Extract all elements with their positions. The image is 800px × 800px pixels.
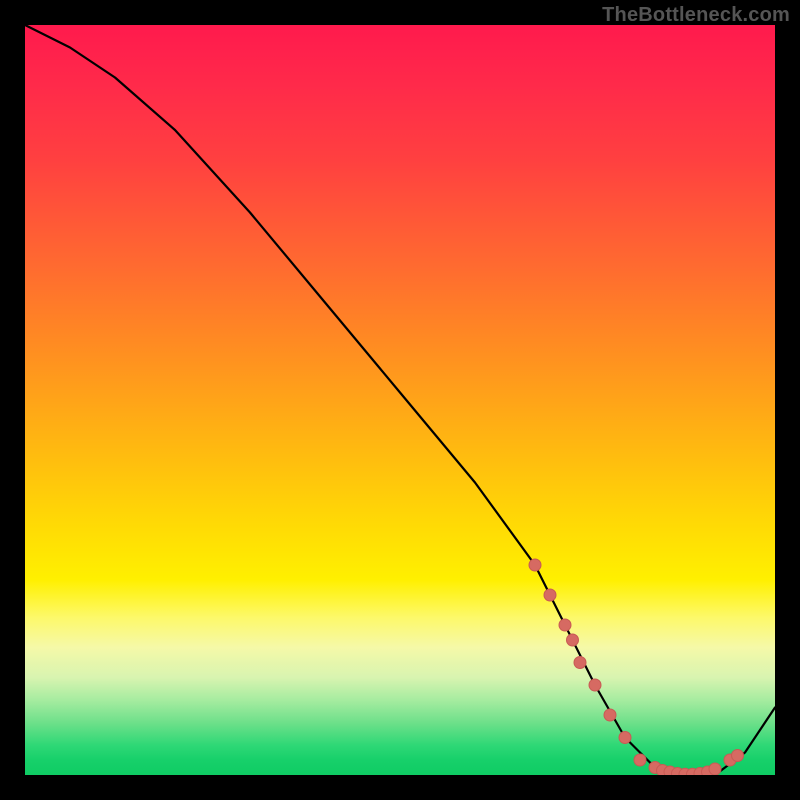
data-marker [559, 619, 571, 631]
data-marker [604, 709, 616, 721]
data-marker [709, 763, 721, 775]
plot-area [25, 25, 775, 775]
watermark-text: TheBottleneck.com [602, 4, 790, 27]
marker-group [529, 559, 744, 775]
chart-svg [25, 25, 775, 775]
data-marker [619, 732, 631, 744]
data-marker [589, 679, 601, 691]
chart-frame: TheBottleneck.com [0, 0, 800, 800]
data-marker [529, 559, 541, 571]
data-marker [634, 754, 646, 766]
data-marker [567, 634, 579, 646]
bottleneck-curve [25, 25, 775, 775]
data-marker [574, 657, 586, 669]
data-marker [544, 589, 556, 601]
data-marker [732, 750, 744, 762]
curve-path-group [25, 25, 775, 775]
